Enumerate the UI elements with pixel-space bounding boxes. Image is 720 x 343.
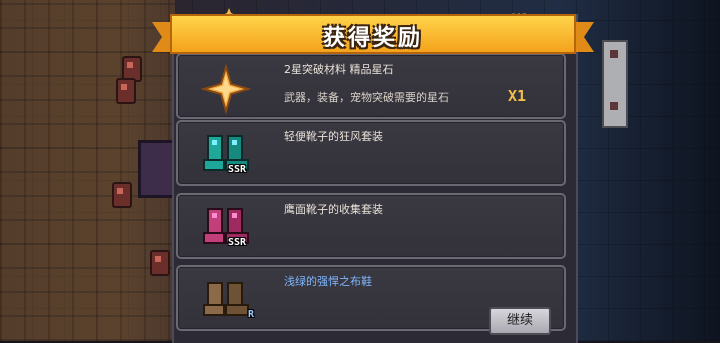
reward-name: 2星突破材料 精品星石	[284, 63, 394, 76]
reward-name: 浅绿的强悍之布鞋	[284, 275, 372, 288]
rarity-badge: SSR	[228, 237, 247, 248]
title-banner: 获得奖励	[152, 14, 580, 60]
gold-star-icon	[200, 63, 252, 115]
jar-icon	[116, 78, 136, 104]
stone-pillar	[602, 40, 628, 128]
reward-name: 鹰面靴子的收集套装	[284, 203, 383, 216]
reward-name: 轻便靴子的狂风套装	[284, 130, 383, 143]
jar-icon	[150, 250, 170, 276]
continue-button[interactable]: 继续	[489, 307, 551, 335]
reward-card[interactable]: 2星突破材料 精品星石 武器，装备，宠物突破需要的星石 X1	[176, 53, 566, 119]
rarity-badge: SSR	[228, 164, 247, 175]
reward-description: 武器，装备，宠物突破需要的星石	[284, 91, 449, 104]
rarity-badge: R	[248, 309, 255, 320]
brown-boots-icon	[203, 282, 249, 316]
jar-icon	[112, 182, 132, 208]
reward-quantity: X1	[507, 87, 526, 105]
page-title: 获得奖励	[322, 26, 423, 51]
reward-card[interactable]: SSR 鹰面靴子的收集套装	[176, 193, 566, 259]
reward-card[interactable]: SSR 轻便靴子的狂风套装	[176, 120, 566, 186]
